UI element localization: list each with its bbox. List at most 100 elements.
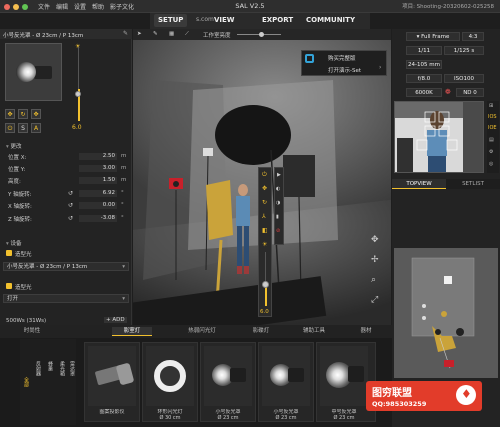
pin-icon[interactable]: ✎: [123, 30, 128, 37]
rotate-icon[interactable]: ↻: [18, 109, 28, 119]
app-logo-icon: [305, 54, 314, 63]
reset-rotation-icon[interactable]: ↺: [68, 190, 73, 197]
close-window-button[interactable]: [4, 4, 10, 10]
tab-view[interactable]: VIEW: [214, 16, 235, 24]
ruler-icon[interactable]: ⟋: [185, 31, 189, 38]
play-icon[interactable]: ▶: [277, 172, 281, 178]
viewport-power-knob[interactable]: [262, 281, 269, 288]
move-icon[interactable]: ✥: [262, 185, 267, 192]
aim-icon[interactable]: ⅄: [262, 213, 266, 220]
reset-rotation-icon[interactable]: ↺: [68, 215, 73, 222]
menu-settings[interactable]: 设置: [74, 2, 86, 11]
solo-button[interactable]: S: [18, 123, 28, 133]
pan-icon[interactable]: ✢: [371, 255, 379, 265]
category-beauty-dish[interactable]: 雷达罩: [66, 361, 76, 401]
tab-speedlights[interactable]: 热弱闪光灯: [180, 327, 224, 336]
power-icon[interactable]: ⏻: [262, 171, 267, 179]
focus-icon[interactable]: ◎: [489, 161, 493, 167]
modifier-select[interactable]: 小号反光罩 - Ø 23cm / P 13cm ▾: [3, 262, 129, 271]
ioe-label[interactable]: IOE: [488, 125, 497, 131]
aim-button[interactable]: A: [31, 123, 41, 133]
prop-value-field[interactable]: 3.00: [79, 165, 117, 172]
light-control-strip-2: ▶ ◐ ◑ ▮ ⊘: [274, 167, 284, 245]
brightness-slider-knob[interactable]: [259, 32, 264, 37]
sensor-select[interactable]: ▾ Full Frame: [406, 32, 460, 41]
color-wheel-icon[interactable]: ❁: [445, 88, 451, 96]
modifier-checkbox[interactable]: [6, 250, 12, 256]
tab-fashion[interactable]: 时尚性: [18, 327, 46, 336]
prop-unit: °: [121, 190, 124, 196]
tab-equipment[interactable]: 器材: [352, 327, 380, 336]
prop-value-field[interactable]: 1.50: [79, 177, 117, 184]
grid-icon[interactable]: ▦: [169, 31, 174, 37]
gel-icon[interactable]: ◧: [262, 227, 268, 234]
add-button[interactable]: + ADD: [104, 317, 127, 323]
prop-value-field[interactable]: 0.00: [79, 202, 117, 209]
time-button[interactable]: 1/11: [406, 46, 442, 55]
prop-value-field[interactable]: 6.92: [79, 190, 117, 197]
iso-select[interactable]: ISO100: [444, 74, 484, 83]
menu-edit[interactable]: 编辑: [56, 2, 68, 11]
menu-studio[interactable]: 影子文化: [110, 2, 134, 11]
open-demo-set-link[interactable]: 打开演示-Set: [328, 66, 361, 74]
rotate-icon[interactable]: ↻: [262, 199, 267, 206]
category-softbox[interactable]: 柔光箱: [56, 361, 66, 401]
prop-value-field[interactable]: 2.50: [79, 153, 117, 160]
pencil-icon[interactable]: ✎: [153, 31, 158, 37]
tab-accessories[interactable]: 辅助工具: [296, 327, 332, 336]
modeling-light-select[interactable]: 打开 ▾: [3, 294, 129, 303]
preview-side-toolbar: ⊞ IOS IOE ▤ ⚙ ◎: [487, 101, 499, 173]
move-height-icon[interactable]: ✥: [31, 109, 41, 119]
focal-length-select[interactable]: 24-105 mm: [406, 60, 442, 69]
grid-icon[interactable]: ⊞: [489, 103, 493, 109]
library-item[interactable]: 小号反光罩 Ø 23 cm: [200, 342, 256, 422]
move-icon[interactable]: ✥: [5, 109, 15, 119]
library-item[interactable]: 小号反光罩 Ø 23 cm: [258, 342, 314, 422]
modifier-icon[interactable]: ◑: [276, 200, 280, 206]
reset-rotation-icon[interactable]: ↺: [68, 202, 73, 209]
tab-export[interactable]: EXPORT: [262, 16, 293, 24]
tab-continuous[interactable]: 影碟灯: [246, 327, 276, 336]
buy-full-version-link[interactable]: 购买完整版: [328, 54, 356, 62]
softbox-icon[interactable]: ▮: [276, 214, 279, 220]
category-all[interactable]: 全部: [20, 369, 30, 395]
shutter-speed-select[interactable]: 1/125 s: [444, 46, 484, 55]
demo-popup: 购买完整版 打开演示-Set ›: [301, 50, 387, 76]
camera-preview[interactable]: [394, 101, 484, 173]
modeling-light-checkbox[interactable]: [6, 283, 12, 289]
zoom-window-button[interactable]: [22, 4, 28, 10]
menu-help[interactable]: 帮助: [92, 2, 104, 11]
power-icon[interactable]: ⏻: [5, 123, 15, 133]
category-honeycomb[interactable]: 蜂巢: [44, 361, 54, 401]
flame-logo-icon: ♦: [456, 385, 476, 405]
orbit-icon[interactable]: ✥: [371, 235, 379, 245]
3d-viewport[interactable]: ➤ ✎ ▦ ⟋ 工作室亮度 购买完整版 打开演示-Set › ⏻ ✥ ↻ ⅄ ◧…: [133, 29, 391, 325]
section-change[interactable]: ▾ 更改: [0, 142, 132, 150]
tab-topview[interactable]: TOPVIEW: [392, 179, 446, 189]
topview-map[interactable]: [394, 248, 498, 378]
library-item[interactable]: 环形闪光灯 Ø 30 cm: [142, 342, 198, 422]
tab-community[interactable]: COMMUNITY: [306, 16, 355, 24]
select-icon[interactable]: ➤: [137, 31, 142, 37]
nd-filter-select[interactable]: ND 0: [456, 88, 484, 97]
power-slider-knob[interactable]: [75, 91, 81, 97]
tab-setup[interactable]: SETUP: [154, 14, 188, 27]
tab-setlist[interactable]: SETLIST: [446, 179, 500, 189]
disable-icon[interactable]: ⊘: [276, 228, 280, 234]
settings-icon[interactable]: ⚙: [489, 149, 493, 155]
aspect-ratio-select[interactable]: 4:3: [462, 32, 484, 41]
tab-studio-lights[interactable]: 影室灯: [112, 327, 152, 336]
minimize-window-button[interactable]: [13, 4, 19, 10]
aperture-select[interactable]: f/8.0: [406, 74, 442, 83]
fit-view-icon[interactable]: ⤢: [371, 295, 378, 305]
ios-label[interactable]: IOS: [488, 114, 497, 120]
category-reflector[interactable]: 反射器: [32, 361, 42, 401]
white-balance-select[interactable]: 6000K: [406, 88, 442, 97]
library-item[interactable]: 图案投影仪: [84, 342, 140, 422]
layers-icon[interactable]: ▤: [489, 137, 494, 143]
section-settings[interactable]: ▾ 设备: [0, 239, 132, 247]
menu-file[interactable]: 文件: [38, 2, 50, 11]
light-icon[interactable]: ◐: [276, 186, 280, 192]
zoom-icon[interactable]: ⌕: [371, 275, 376, 285]
prop-value-field[interactable]: -3.08: [79, 215, 117, 222]
